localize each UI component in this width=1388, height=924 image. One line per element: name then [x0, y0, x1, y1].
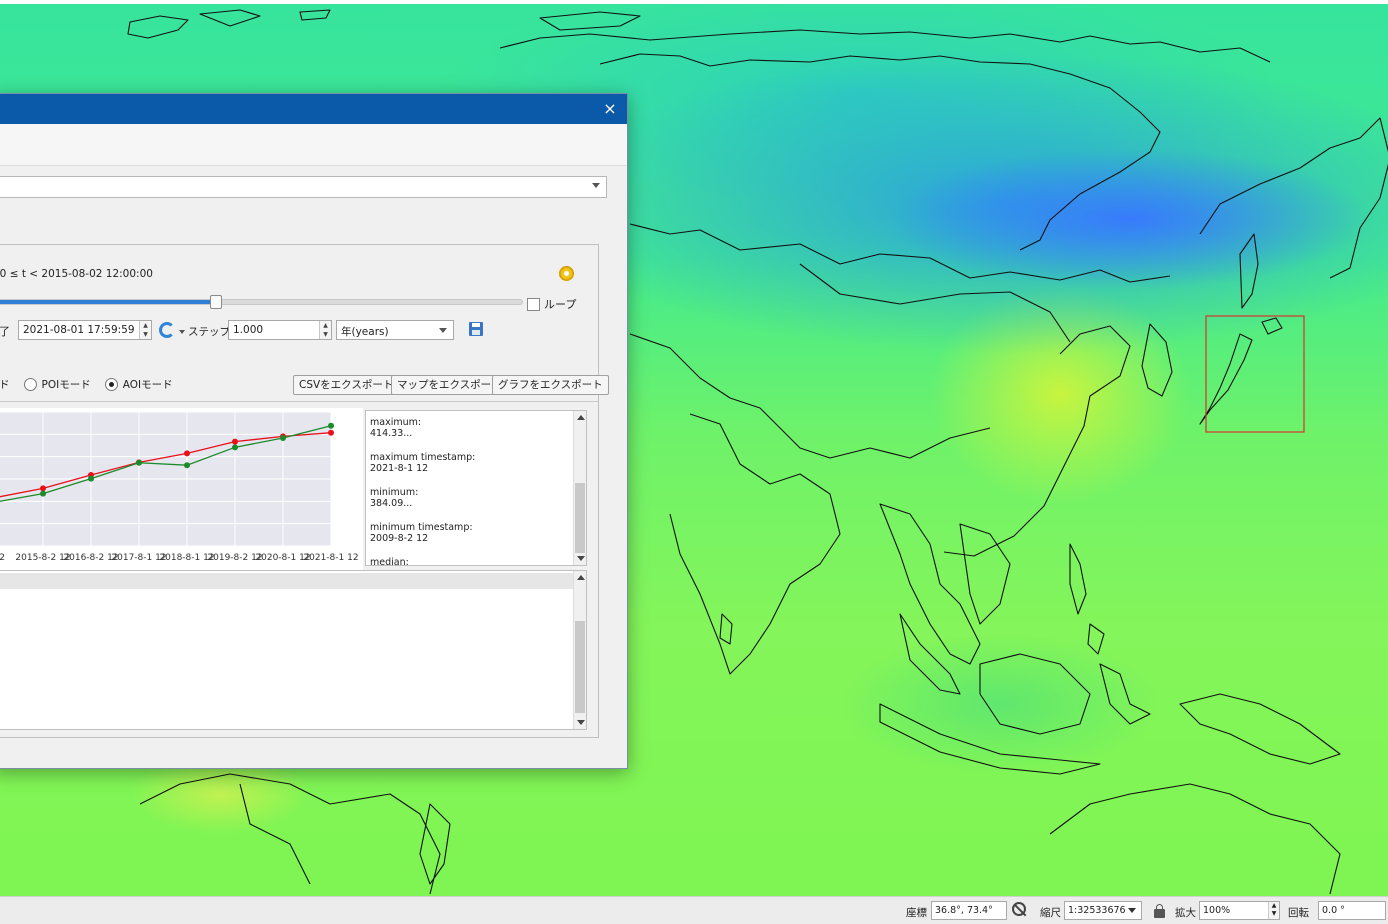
data-point [232, 438, 238, 445]
divider [0, 401, 599, 402]
maximum-label: maximum: [370, 417, 422, 428]
maximum-timestamp-label: maximum timestamp: [370, 452, 476, 463]
scroll-down-icon[interactable] [577, 556, 585, 561]
data-point [88, 475, 94, 482]
step-field[interactable]: 1.000 ▲ ▼ [228, 320, 332, 340]
gear-icon[interactable] [559, 266, 574, 281]
dropdown-arrow-icon [179, 330, 185, 334]
scroll-up-icon[interactable] [577, 415, 585, 420]
results-table[interactable] [0, 570, 587, 730]
aoi-rectangle [1205, 315, 1305, 433]
x-tick-label: 2017-8-1 12 [111, 553, 166, 563]
dialog-titlebar[interactable]: × [0, 94, 627, 124]
magnify-label: 拡大 [1175, 907, 1196, 919]
dialog-top-area [0, 124, 627, 166]
step-unit-select[interactable]: 年(years) [336, 320, 454, 340]
end-datetime-value: 2021-08-01 17:59:59 [23, 324, 135, 336]
scale-label: 縮尺 [1040, 907, 1061, 919]
scroll-thumb[interactable] [575, 483, 585, 553]
export-csv-button[interactable]: CSVをエクスポート [293, 375, 400, 395]
status-bar: 座標 36.8°, 73.4° 縮尺 1:32533676 拡大 100% ▲ ▼ … [0, 896, 1388, 924]
layer-select[interactable] [0, 176, 607, 198]
coord-value: 36.8°, 73.4° [935, 905, 993, 916]
x-tick-label: 2 12 [0, 553, 5, 563]
time-series-dialog: × 00 ≤ t < 2015-08-02 12:00:00 ループ 了 202… [0, 93, 628, 769]
minimum-timestamp-label: minimum timestamp: [370, 522, 473, 533]
coord-field[interactable]: 36.8°, 73.4° [931, 901, 1007, 920]
minimum-timestamp-value: 2009-8-2 12 [370, 533, 429, 544]
x-tick-label: 2016-8-2 12 [63, 553, 118, 563]
magnify-field[interactable]: 100% ▲ ▼ [1199, 901, 1280, 920]
stats-panel[interactable]: maximum: 414.33... maximum timestamp: 20… [365, 410, 587, 566]
rotation-value: 0.0 ° [1322, 905, 1345, 916]
data-point [184, 450, 190, 457]
rotation-field[interactable]: 0.0 ° [1318, 901, 1386, 920]
close-icon[interactable]: × [601, 100, 619, 118]
spin-updown[interactable]: ▲ ▼ [1268, 902, 1279, 919]
export-graph-button[interactable]: グラフをエクスポート [492, 375, 609, 395]
spin-updown[interactable]: ▲ ▼ [319, 321, 331, 339]
scale-select[interactable]: 1:32533676 [1064, 901, 1142, 920]
scroll-up-icon[interactable] [577, 575, 585, 580]
end-label: 了 [0, 325, 10, 338]
step-unit-value: 年(years) [341, 326, 389, 338]
minimum-label: minimum: [370, 487, 419, 498]
rotation-label: 回転 [1288, 907, 1309, 919]
render-toggle-icon[interactable] [1012, 902, 1026, 916]
data-point [328, 422, 334, 429]
maximum-value: 414.33... [370, 428, 413, 439]
mode-partial-label: ド [0, 379, 10, 391]
data-point [40, 490, 46, 497]
poi-mode-option[interactable]: POIモード [23, 377, 91, 392]
refresh-icon[interactable] [159, 322, 175, 338]
loop-checkbox[interactable] [527, 297, 540, 311]
poi-mode-radio[interactable] [23, 378, 37, 391]
slider-fill [0, 300, 216, 304]
step-label[interactable]: ステップ [179, 324, 230, 339]
mode-radios: ド POIモード AOIモード [0, 377, 173, 392]
table-scrollbar[interactable] [573, 571, 586, 729]
scroll-down-icon[interactable] [577, 720, 585, 725]
minimum-value: 384.09... [370, 498, 413, 509]
spin-updown[interactable]: ▲ ▼ [139, 321, 151, 339]
magnify-value: 100% [1203, 905, 1231, 916]
stats-scrollbar[interactable] [573, 411, 586, 565]
loop-control[interactable]: ループ [527, 296, 576, 312]
time-series-chart[interactable]: 2 122015-8-2 122016-8-2 122017-8-1 12201… [0, 408, 363, 572]
poi-mode-label: POIモード [41, 379, 91, 391]
data-point [136, 459, 142, 466]
data-point [40, 485, 46, 492]
data-point [280, 434, 286, 441]
scale-value: 1:32533676 [1068, 905, 1126, 916]
save-icon[interactable] [469, 322, 483, 336]
data-point [184, 462, 190, 469]
end-datetime-field[interactable]: 2021-08-01 17:59:59 ▲ ▼ [18, 320, 152, 340]
table-header-row [0, 573, 574, 589]
export-map-button[interactable]: マップをエクスポート [391, 375, 508, 395]
scroll-thumb[interactable] [575, 621, 585, 713]
aoi-mode-label: AOIモード [122, 379, 173, 391]
x-tick-label: 2019-8-2 12 [207, 553, 262, 563]
aoi-mode-radio[interactable] [104, 378, 118, 391]
coord-label: 座標 [906, 907, 927, 919]
chevron-down-icon [592, 183, 600, 188]
data-point [232, 444, 238, 451]
data-point [328, 429, 334, 436]
time-range-text: 00 ≤ t < 2015-08-02 12:00:00 [0, 268, 153, 280]
lock-icon[interactable] [1154, 904, 1165, 918]
x-tick-label: 2015-8-2 12 [15, 553, 70, 563]
step-value: 1.000 [233, 324, 264, 336]
loop-label: ループ [544, 298, 577, 311]
time-slider[interactable] [0, 295, 523, 309]
x-tick-label: 2020-8-1 12 [255, 553, 310, 563]
slider-handle[interactable] [209, 295, 222, 309]
x-tick-label: 2021-8-1 12 [303, 553, 358, 563]
x-tick-label: 2018-8-1 12 [159, 553, 214, 563]
step-label-text: ステップ [188, 326, 230, 338]
median-label: median: [370, 557, 409, 566]
maximum-timestamp-value: 2021-8-1 12 [370, 463, 429, 474]
chevron-down-icon [439, 328, 447, 333]
aoi-mode-option[interactable]: AOIモード [104, 377, 173, 392]
chevron-down-icon [1128, 908, 1136, 913]
